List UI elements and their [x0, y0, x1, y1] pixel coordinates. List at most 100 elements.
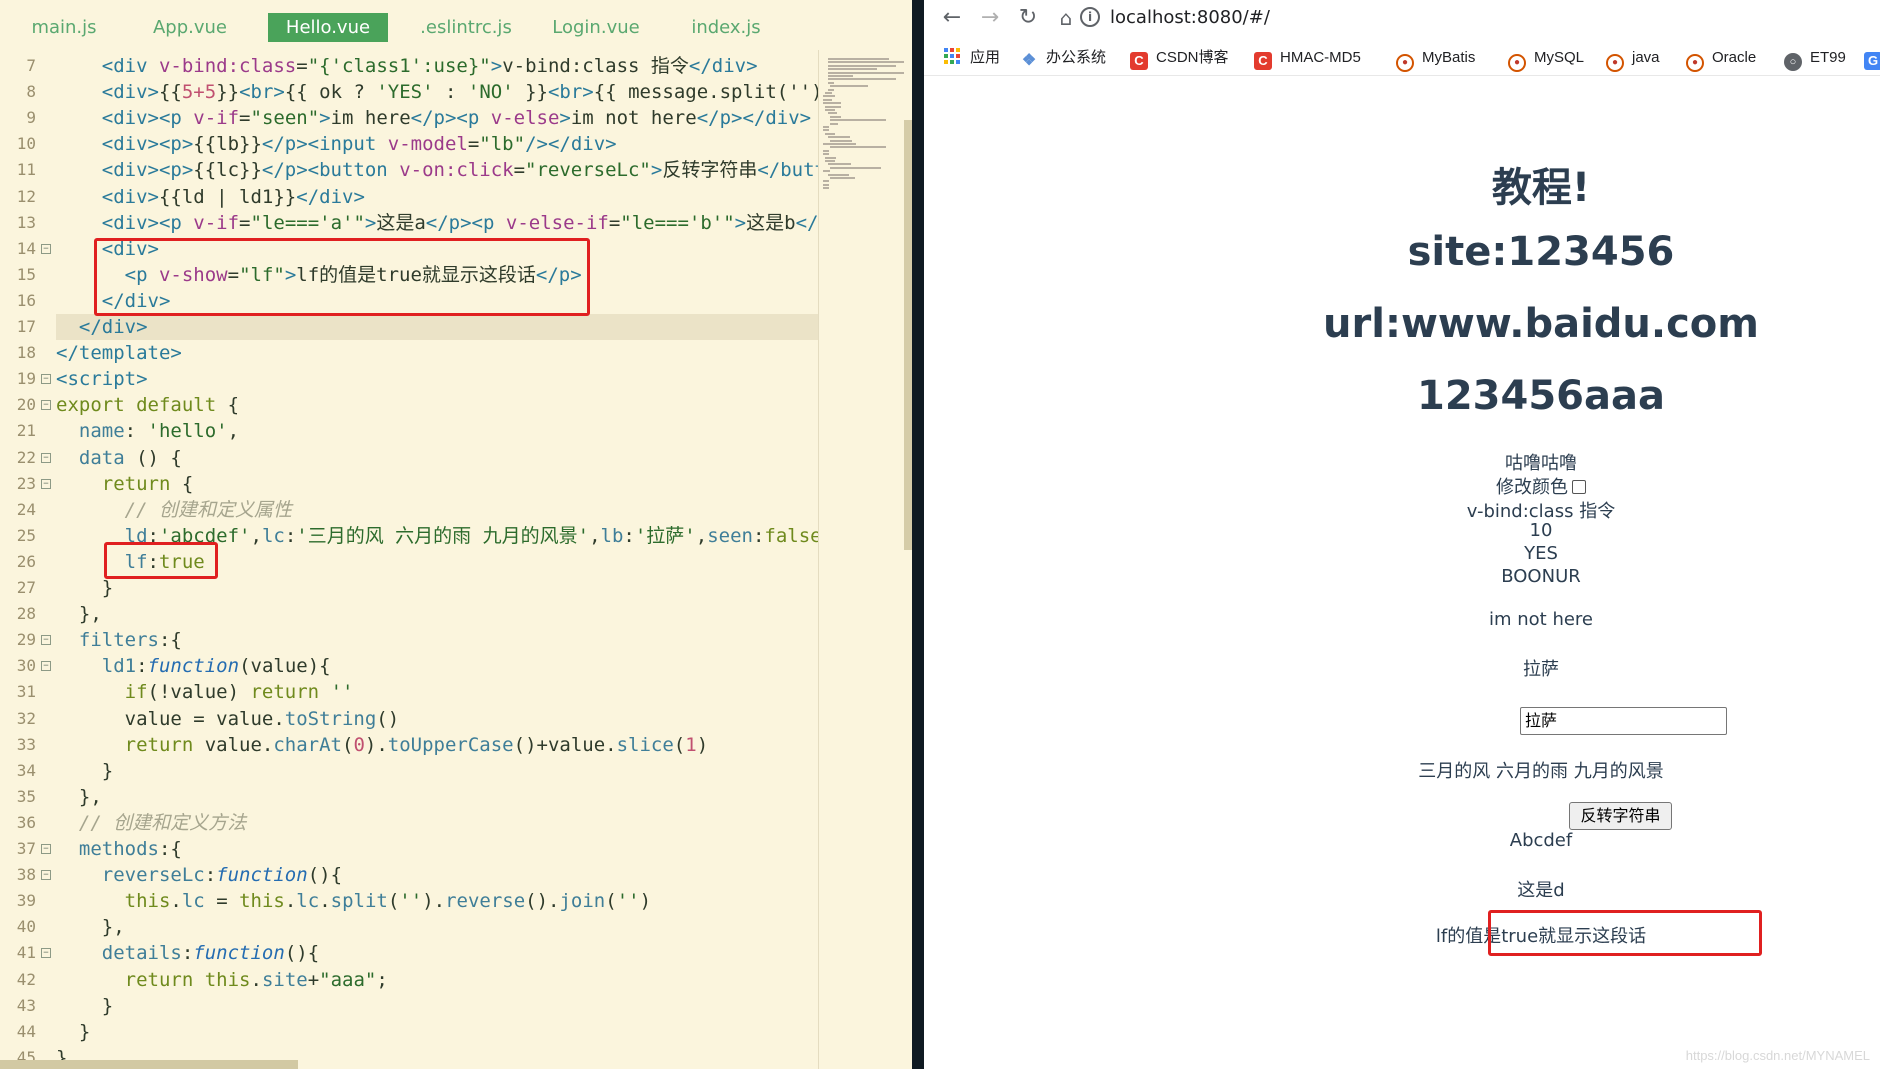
code-line[interactable]: filters:{ [56, 627, 818, 653]
highlight-box-lf-true [104, 542, 218, 579]
code-token: // 创建和定义方法 [78, 811, 247, 834]
code-line[interactable]: value = value.toString() [56, 706, 818, 732]
minimap-line [823, 143, 856, 145]
code-line[interactable]: <div><p v-if="seen">im here</p><p v-else… [56, 105, 818, 131]
code-line[interactable]: if(!value) return '' [56, 679, 818, 705]
code-token: </div> [296, 185, 365, 208]
code-line[interactable]: <div><p v-if="le==='a'">这是a</p><p v-else… [56, 210, 818, 236]
minimap-line [823, 102, 841, 105]
fold-toggle-icon[interactable]: − [41, 478, 51, 489]
line-number: 8 [0, 79, 56, 105]
code-line[interactable]: }, [56, 784, 818, 810]
minimap-line [830, 139, 853, 142]
home-icon[interactable]: ⌂ [1052, 4, 1080, 32]
tab-app-vue[interactable]: App.vue [142, 13, 238, 42]
bookmark-java[interactable]: ● java [1606, 46, 1660, 72]
code-token: 'YES' [376, 81, 434, 104]
code-token: </template> [56, 342, 182, 365]
bookmark-office-system[interactable]: ❖ 办公系统 [1020, 46, 1106, 70]
fold-toggle-icon[interactable]: − [41, 243, 51, 254]
code-line[interactable]: // 创建和定义属性 [56, 497, 818, 523]
code-token: v-on:click [399, 159, 514, 182]
tab-main-js[interactable]: main.js [18, 13, 110, 42]
code-line[interactable]: details:function(){ [56, 940, 818, 966]
code-line[interactable]: return value.charAt(0).toUpperCase()+val… [56, 732, 818, 758]
code-line[interactable]: } [56, 758, 818, 784]
code-line[interactable]: export default { [56, 392, 818, 418]
code-editor[interactable]: main.js App.vue Hello.vue .eslintrc.js L… [0, 0, 912, 1069]
tab-eslintrc-js[interactable]: .eslintrc.js [410, 13, 522, 42]
code-line[interactable]: data () { [56, 445, 818, 471]
code-line[interactable]: return { [56, 471, 818, 497]
minimap[interactable] [818, 50, 904, 1069]
tab-hello-vue[interactable]: Hello.vue [268, 13, 388, 42]
tab-index-js[interactable]: index.js [686, 13, 766, 42]
bookmark-mysql[interactable]: ● MySQL [1508, 46, 1584, 72]
line-number-text: 19 [16, 369, 36, 389]
fold-toggle-icon[interactable]: − [41, 948, 51, 959]
fold-toggle-icon[interactable]: − [41, 374, 51, 385]
line-number: 15 [0, 262, 56, 288]
code-token: : [136, 655, 148, 678]
lb-input[interactable]: 拉萨 [1520, 707, 1727, 735]
code-token: = [239, 107, 251, 130]
code-line[interactable]: ld1:function(value){ [56, 653, 818, 679]
code-token: {{lb}} [193, 133, 262, 156]
code-line[interactable]: </div> [56, 314, 818, 340]
fold-toggle-icon[interactable]: − [41, 635, 51, 646]
code-line[interactable]: <div v-bind:class="{'class1':use}">v-bin… [56, 53, 818, 79]
fold-toggle-icon[interactable]: − [41, 661, 51, 672]
code-token: ) [639, 890, 652, 913]
address-bar[interactable]: localhost:8080/#/ [1110, 4, 1270, 32]
code-line[interactable]: methods:{ [56, 836, 818, 862]
code-token: 这是a [376, 211, 426, 234]
code-line[interactable]: <div><p>{{lc}}</p><button v-on:click="re… [56, 157, 818, 183]
change-color-checkbox[interactable] [1572, 480, 1586, 494]
code-line[interactable]: return this.site+"aaa"; [56, 967, 818, 993]
fold-toggle-icon[interactable]: − [41, 452, 51, 463]
fold-toggle-icon[interactable]: − [41, 400, 51, 411]
fold-toggle-icon[interactable]: − [41, 870, 51, 881]
csdn-icon: C [1130, 52, 1148, 70]
fold-toggle-icon[interactable]: − [41, 844, 51, 854]
reload-icon[interactable]: ↻ [1014, 4, 1042, 32]
code-line[interactable]: }, [56, 914, 818, 940]
tab-login-vue[interactable]: Login.vue [548, 13, 644, 42]
back-arrow-icon[interactable]: ← [938, 4, 966, 32]
bookmark-et99[interactable]: ○ ET99 [1784, 46, 1846, 71]
code-line[interactable]: } [56, 993, 818, 1019]
line-number: 35 [0, 784, 56, 810]
code-line[interactable]: this.lc = this.lc.split('').reverse().jo… [56, 888, 818, 914]
bookmark-hmac-md5[interactable]: C HMAC-MD5 [1254, 46, 1361, 70]
code-token: : [181, 942, 194, 965]
code-token: v-else-if [505, 211, 609, 234]
reverse-string-button[interactable]: 反转字符串 [1569, 802, 1672, 830]
line-number: 44 [0, 1019, 56, 1045]
bookmark-mybatis[interactable]: ● MyBatis [1396, 46, 1475, 72]
bookmarks-bar: 应用 ❖ 办公系统 C CSDN博客 C HMAC-MD5 ● MyBatis ● MyS… [924, 40, 1880, 76]
code-token: . [319, 890, 331, 913]
vertical-scrollbar[interactable] [904, 120, 912, 550]
line-number: 18 [0, 340, 56, 366]
code-line[interactable]: <script> [56, 366, 818, 392]
code-line[interactable]: <div><p>{{lb}}</p><input v-model="lb"/><… [56, 131, 818, 157]
code-line[interactable]: <div>{{ld | ld1}}</div> [56, 184, 818, 210]
horizontal-scrollbar[interactable] [0, 1060, 298, 1069]
forward-arrow-icon[interactable]: → [976, 4, 1004, 32]
code-token: ; [376, 968, 388, 991]
line-number: 32 [0, 706, 56, 732]
bookmark-csdn-blog[interactable]: C CSDN博客 [1130, 46, 1229, 70]
bookmark-translate[interactable]: G [1864, 46, 1880, 70]
code-line[interactable]: }, [56, 601, 818, 627]
code-token: 'NO' [467, 81, 514, 104]
bookmark-oracle[interactable]: ● Oracle [1686, 46, 1756, 72]
code-line[interactable]: } [56, 1019, 818, 1045]
code-line[interactable]: <div>{{5+5}}<br>{{ ok ? 'YES' : 'NO' }}<… [56, 79, 818, 105]
code-line[interactable]: reverseLc:function(){ [56, 862, 818, 888]
code-token: </div> [688, 55, 758, 77]
code-line[interactable]: name: 'hello', [56, 418, 818, 444]
bookmark-apps[interactable]: 应用 [944, 46, 1000, 70]
site-info-icon[interactable]: i [1080, 7, 1100, 27]
code-line[interactable]: </template> [56, 340, 818, 366]
code-line[interactable]: // 创建和定义方法 [56, 810, 818, 836]
